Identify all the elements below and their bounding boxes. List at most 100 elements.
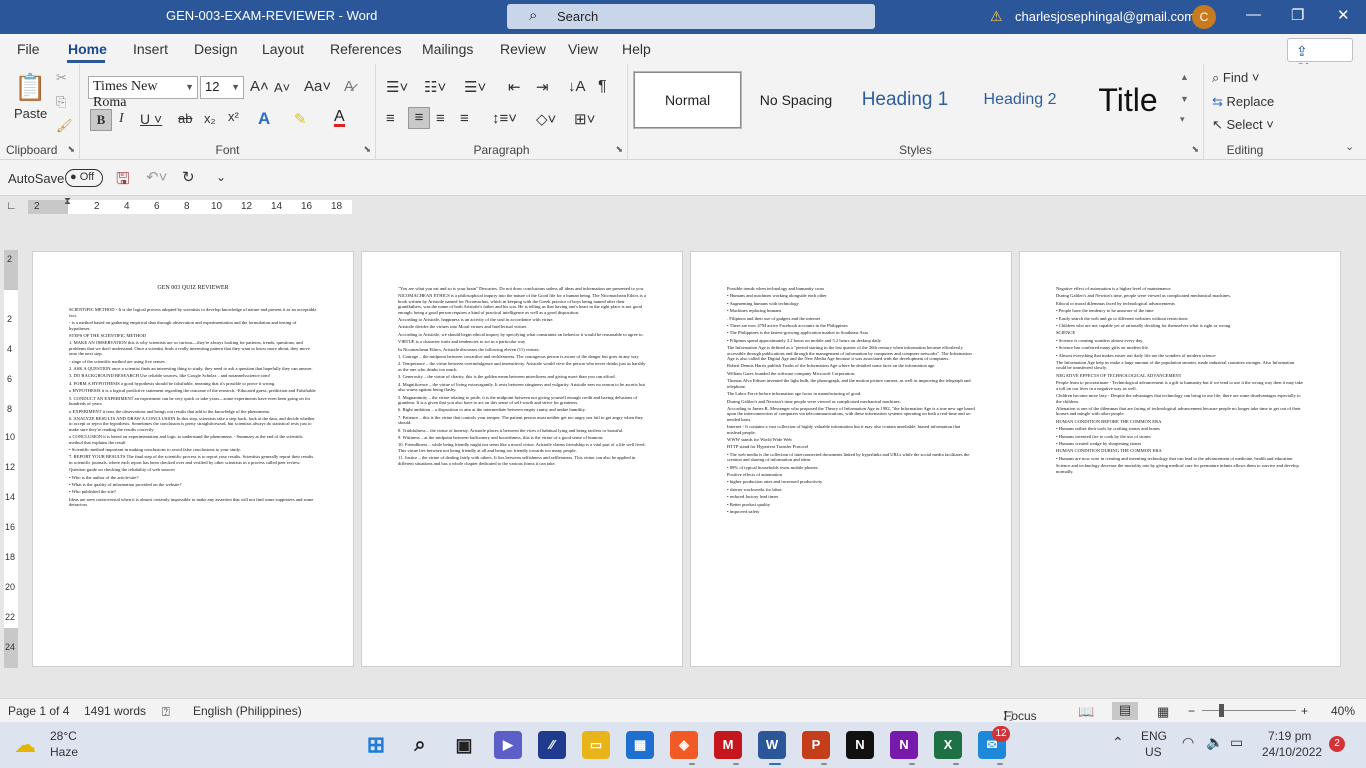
zoom-out-icon[interactable]: − xyxy=(1188,704,1195,718)
shading-icon[interactable]: ◇˅ xyxy=(536,110,556,128)
numbering-icon[interactable]: ☷˅ xyxy=(424,78,446,96)
clock-date[interactable]: 24/10/2022 xyxy=(1262,745,1322,759)
notification-center-badge[interactable]: 2 xyxy=(1329,736,1345,752)
tray-chevron-icon[interactable]: ⌃ xyxy=(1112,734,1124,751)
redo-icon[interactable]: ↻ xyxy=(182,168,195,186)
warning-icon[interactable]: ⚠ xyxy=(990,8,1003,25)
zoom-slider[interactable] xyxy=(1202,710,1296,711)
multilevel-list-icon[interactable]: ☰˅ xyxy=(464,78,486,96)
sort-icon[interactable]: ↓A xyxy=(568,78,586,95)
share-button[interactable]: ⇪ Share xyxy=(1287,38,1353,76)
file-explorer-icon[interactable]: ▭ xyxy=(582,731,610,759)
justify-icon[interactable]: ≡ xyxy=(460,110,469,127)
subscript-button[interactable]: x₂ xyxy=(204,111,216,126)
document-page-1[interactable]: GEN 003 QUIZ REVIEWER SCIENTIFIC METHOD … xyxy=(32,251,354,667)
lang-primary[interactable]: ENG xyxy=(1141,729,1167,743)
replace-button[interactable]: ⇆ Replace xyxy=(1212,94,1274,110)
increase-indent-icon[interactable]: ⇥ xyxy=(536,78,549,96)
paste-button[interactable]: Paste xyxy=(14,106,47,121)
task-view-icon[interactable]: ▣ xyxy=(450,731,478,759)
minimize-icon[interactable]: — xyxy=(1246,6,1261,23)
tab-mailings[interactable]: Mailings xyxy=(422,41,473,57)
autosave-toggle[interactable]: ● Off xyxy=(65,169,103,187)
style-heading-2[interactable]: Heading 2 xyxy=(968,72,1072,128)
format-painter-icon[interactable]: 🖌 xyxy=(56,118,73,134)
weather-desc[interactable]: Haze xyxy=(50,745,78,759)
clear-formatting-icon[interactable]: A̷ xyxy=(344,78,354,95)
math-app-icon[interactable]: ∕∕ xyxy=(538,731,566,759)
underline-button[interactable]: U ˅ xyxy=(140,111,162,127)
print-layout-icon[interactable]: ▤ xyxy=(1112,702,1138,720)
font-color-icon[interactable]: A xyxy=(334,109,345,127)
document-page-3[interactable]: Possible trends when technology and huma… xyxy=(690,251,1012,667)
align-center-icon[interactable]: ≡ xyxy=(408,107,430,129)
paragraph-launcher-icon[interactable]: ⬊ xyxy=(615,144,623,155)
restore-icon[interactable]: ❐ xyxy=(1291,6,1304,24)
strikethrough-button[interactable]: ab xyxy=(178,111,192,126)
tab-view[interactable]: View xyxy=(568,41,598,57)
weather-temp[interactable]: 28°C xyxy=(50,729,77,743)
document-page-4[interactable]: Negative effect of automation is a highe… xyxy=(1019,251,1341,667)
bold-button[interactable]: B xyxy=(90,109,112,131)
page-count[interactable]: Page 1 of 4 xyxy=(8,704,69,718)
tab-review[interactable]: Review xyxy=(500,41,546,57)
excel-icon[interactable]: X xyxy=(934,731,962,759)
bullets-icon[interactable]: ☰˅ xyxy=(386,78,408,96)
styles-launcher-icon[interactable]: ⬊ xyxy=(1191,144,1199,155)
line-spacing-icon[interactable]: ↕≡˅ xyxy=(492,110,517,127)
zoom-in-icon[interactable]: + xyxy=(1301,704,1308,718)
font-size-box[interactable]: 12 ▼ xyxy=(200,76,244,99)
superscript-button[interactable]: x² xyxy=(228,109,239,124)
font-name-box[interactable]: Times New Roma ▼ xyxy=(88,76,198,110)
tab-references[interactable]: References xyxy=(330,41,402,57)
avatar[interactable]: C xyxy=(1192,5,1216,29)
lang-secondary[interactable]: US xyxy=(1145,745,1162,759)
grow-font-icon[interactable]: A˄ xyxy=(250,78,269,95)
tab-design[interactable]: Design xyxy=(194,41,238,57)
cut-icon[interactable]: ✂ xyxy=(56,70,67,86)
mcafee-icon[interactable]: M xyxy=(714,731,742,759)
document-page-2[interactable]: "You are what you eat and so is your bra… xyxy=(361,251,683,667)
account-email[interactable]: charlesjosephingal@gmail.com xyxy=(1015,9,1195,24)
tab-help[interactable]: Help xyxy=(622,41,651,57)
language[interactable]: English (Philippines) xyxy=(193,704,302,718)
shrink-font-icon[interactable]: A˅ xyxy=(274,80,290,95)
clock-time[interactable]: 7:19 pm xyxy=(1268,729,1311,743)
save-icon[interactable]: 🖫 xyxy=(116,168,130,195)
proofing-icon[interactable]: ⍰ xyxy=(162,704,170,720)
tab-home[interactable]: Home xyxy=(68,41,107,57)
tab-insert[interactable]: Insert xyxy=(133,41,168,57)
collapse-ribbon-icon[interactable]: ⌄ xyxy=(1345,140,1354,153)
select-button[interactable]: ↖ Select ˅ xyxy=(1212,117,1274,133)
show-formatting-icon[interactable]: ¶ xyxy=(598,78,607,96)
tab-selector-icon[interactable]: ∟ xyxy=(6,200,17,212)
windows-start-icon[interactable]: ⊞ xyxy=(362,731,390,759)
battery-icon[interactable]: ▭ xyxy=(1230,734,1243,751)
weather-icon[interactable]: ☁ xyxy=(14,732,36,758)
wifi-icon[interactable]: ◠ xyxy=(1182,734,1194,751)
align-right-icon[interactable]: ≡ xyxy=(436,110,445,127)
volume-icon[interactable]: 🔈 xyxy=(1206,734,1223,751)
style-normal[interactable]: Normal xyxy=(633,71,742,129)
align-left-icon[interactable]: ≡ xyxy=(386,110,395,127)
style-title[interactable]: Title xyxy=(1080,72,1176,128)
text-effects-icon[interactable]: A xyxy=(258,109,270,129)
onenote-icon[interactable]: N xyxy=(890,731,918,759)
search-box[interactable]: ⌕ Search xyxy=(507,4,875,29)
decrease-indent-icon[interactable]: ⇤ xyxy=(508,78,521,96)
style-no-spacing[interactable]: No Spacing xyxy=(750,72,842,128)
word-icon[interactable]: W xyxy=(758,731,786,759)
borders-icon[interactable]: ⊞˅ xyxy=(574,110,595,128)
zoom-thumb[interactable] xyxy=(1219,704,1224,717)
italic-button[interactable]: I xyxy=(119,111,124,127)
store-icon[interactable]: ▦ xyxy=(626,731,654,759)
word-count[interactable]: 1491 words xyxy=(84,704,146,718)
copy-icon[interactable]: ⎘ xyxy=(56,94,66,110)
font-launcher-icon[interactable]: ⬊ xyxy=(363,144,371,155)
read-mode-icon[interactable]: 📖 xyxy=(1078,704,1094,720)
undo-icon[interactable]: ↶˅ xyxy=(146,168,167,186)
search-icon[interactable]: ⌕ xyxy=(406,731,434,759)
clipboard-launcher-icon[interactable]: ⬊ xyxy=(67,144,75,155)
brave-icon[interactable]: ◈ xyxy=(670,731,698,759)
indent-marker-icon[interactable]: ⧗ xyxy=(64,196,71,207)
